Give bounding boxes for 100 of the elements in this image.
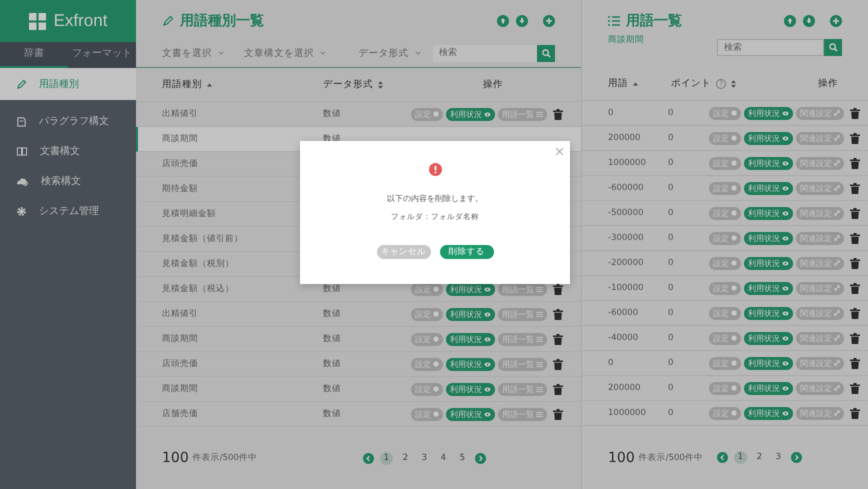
- usage-button[interactable]: 利用状況: [744, 182, 793, 194]
- table-cell-text: 0: [668, 158, 674, 168]
- page-number[interactable]: 2: [398, 452, 412, 464]
- usage-button[interactable]: 利用状況: [446, 332, 495, 346]
- column-header[interactable]: データ形式: [323, 78, 383, 91]
- trash-button[interactable]: [850, 158, 860, 168]
- usage-button[interactable]: 利用状況: [744, 306, 793, 320]
- search-button[interactable]: [537, 44, 555, 62]
- table-cell-text: 期待金額: [162, 183, 199, 195]
- upload-button[interactable]: [784, 15, 796, 27]
- circle-icon: [433, 311, 439, 317]
- page-number[interactable]: 1: [380, 452, 393, 464]
- filter-dropdown[interactable]: 文章構文を選択: [244, 46, 337, 60]
- trash-button[interactable]: [850, 258, 860, 268]
- usage-button[interactable]: 利用状況: [744, 282, 793, 294]
- table-cell-text: 0: [608, 108, 614, 118]
- trash-button[interactable]: [850, 358, 860, 368]
- column-header[interactable]: 用語種別: [162, 78, 323, 91]
- sort-up-icon: [207, 82, 212, 86]
- panel-title: 用語一覧: [626, 12, 682, 30]
- search-field[interactable]: 検索: [717, 39, 824, 56]
- trash-button[interactable]: [850, 132, 860, 144]
- table-cell-text: 200000: [608, 133, 642, 143]
- usage-button[interactable]: 利用状況: [744, 106, 793, 120]
- table-cell-text: 0: [608, 358, 614, 368]
- table-cell-text: -500000: [608, 208, 645, 218]
- usage-button[interactable]: 利用状況: [744, 356, 793, 370]
- sidebar-item[interactable]: システム管理: [0, 196, 136, 226]
- page-number[interactable]: 2: [752, 451, 766, 464]
- trash-button[interactable]: [553, 334, 563, 344]
- trash-button[interactable]: [553, 384, 563, 394]
- trash-button[interactable]: [850, 282, 860, 294]
- usage-button[interactable]: 利用状況: [446, 308, 495, 320]
- next-page-button[interactable]: [474, 452, 486, 464]
- page-number[interactable]: 3: [418, 452, 431, 464]
- usage-button[interactable]: 利用状況: [446, 358, 495, 370]
- usage-button[interactable]: 利用状況: [744, 132, 793, 144]
- search-button[interactable]: [824, 39, 842, 56]
- previous-page-button[interactable]: [716, 452, 728, 463]
- usage-button[interactable]: 利用状況: [744, 232, 793, 244]
- usage-button[interactable]: 利用状況: [744, 406, 793, 420]
- eye-icon: [782, 136, 789, 140]
- sidebar-tab[interactable]: フォーマット: [68, 42, 136, 68]
- book-icon: [16, 146, 28, 156]
- eye-icon: [782, 286, 789, 290]
- eye-icon: [484, 312, 491, 316]
- table-cell-text: 商談期間: [162, 383, 199, 395]
- usage-button[interactable]: 利用状況: [744, 332, 793, 344]
- trash-button[interactable]: [850, 182, 860, 194]
- usage-button[interactable]: 利用状況: [446, 108, 495, 120]
- table-cell-text: 1000000: [608, 408, 647, 418]
- sidebar-item[interactable]: 文書構文: [0, 136, 136, 166]
- column-header[interactable]: 操作: [483, 78, 503, 91]
- trash-button[interactable]: [850, 332, 860, 344]
- usage-button[interactable]: 利用状況: [744, 382, 793, 394]
- link-icon: [834, 210, 840, 216]
- usage-button[interactable]: 利用状況: [446, 408, 495, 420]
- page-number[interactable]: 1: [734, 451, 747, 464]
- trash-button[interactable]: [850, 108, 860, 118]
- trash-button[interactable]: [850, 408, 860, 418]
- circle-icon: [731, 110, 737, 116]
- trash-button[interactable]: [553, 358, 563, 370]
- usage-button[interactable]: 利用状況: [744, 206, 793, 220]
- previous-page-button[interactable]: [362, 452, 374, 464]
- trash-button[interactable]: [553, 284, 563, 294]
- trash-button[interactable]: [553, 308, 563, 320]
- page-number[interactable]: 3: [772, 451, 785, 464]
- usage-button[interactable]: 利用状況: [744, 256, 793, 270]
- upload-button[interactable]: [497, 15, 509, 27]
- trash-button[interactable]: [553, 108, 563, 120]
- sidebar-item[interactable]: 検索構文: [0, 166, 136, 196]
- usage-button[interactable]: 利用状況: [446, 382, 495, 396]
- trash-button[interactable]: [850, 232, 860, 244]
- search-field[interactable]: 検索: [433, 44, 537, 62]
- download-button[interactable]: [803, 15, 815, 27]
- page-number[interactable]: 4: [436, 452, 450, 464]
- usage-button[interactable]: 利用状況: [744, 156, 793, 170]
- download-button[interactable]: [516, 15, 528, 27]
- sidebar-item[interactable]: パラグラフ構文: [0, 106, 136, 136]
- filter-dropdown[interactable]: 文書を選択: [162, 46, 244, 60]
- add-button[interactable]: [830, 15, 842, 27]
- link-icon: [834, 310, 840, 316]
- list-icon: [536, 336, 543, 342]
- circle-icon: [731, 235, 737, 241]
- trash-button[interactable]: [850, 208, 860, 218]
- circle-icon: [731, 185, 737, 191]
- page-number[interactable]: 5: [456, 452, 469, 464]
- trash-button[interactable]: [850, 308, 860, 318]
- trash-button[interactable]: [553, 408, 563, 420]
- column-header[interactable]: 操作: [818, 77, 838, 90]
- eye-icon: [782, 260, 789, 266]
- trash-button[interactable]: [850, 382, 860, 394]
- sidebar-item[interactable]: 用語種別: [0, 68, 136, 100]
- column-header[interactable]: 用語: [608, 77, 671, 90]
- delete-button[interactable]: 削除する: [440, 245, 494, 259]
- add-button[interactable]: [543, 15, 555, 27]
- circle-icon: [433, 111, 439, 117]
- filter-dropdown[interactable]: データ形式: [336, 46, 433, 60]
- table-cell-text: 数値: [323, 383, 342, 395]
- next-page-button[interactable]: [790, 452, 802, 463]
